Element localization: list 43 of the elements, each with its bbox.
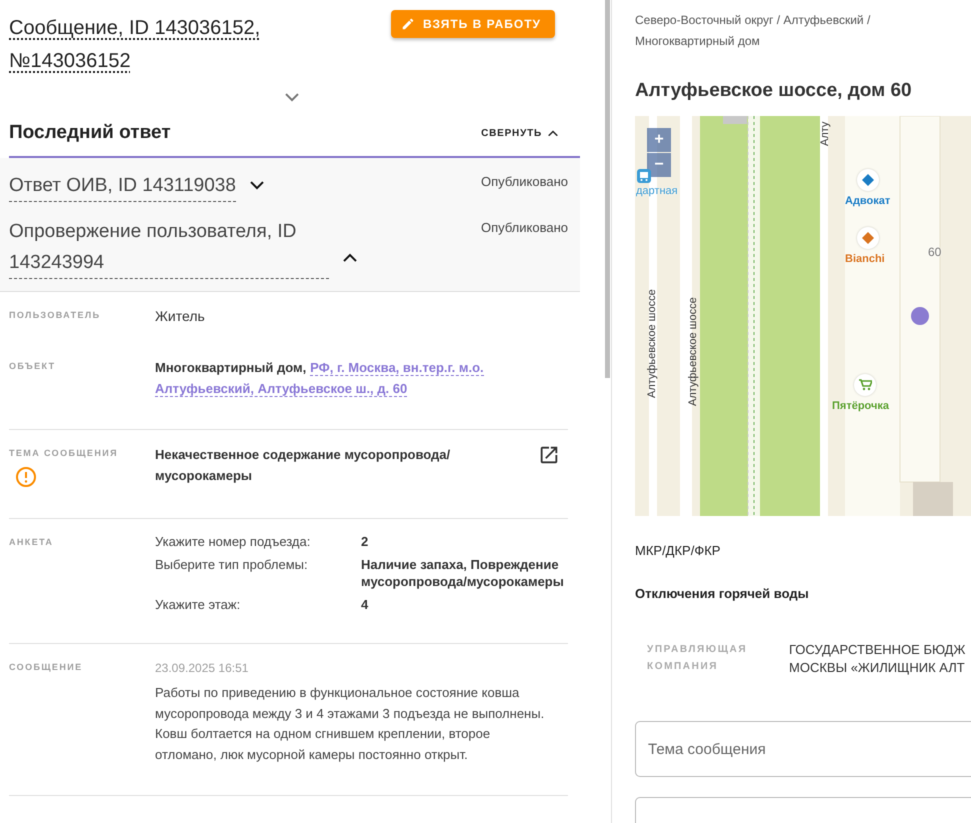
breadcrumb: Северо-Восточный округ / Алтуфьевский / Многоквартирный дом xyxy=(635,12,872,50)
form-answer: Наличие запаха, Повреждение мусоропровода/мусорокамеры xyxy=(361,556,565,590)
detail-label: ПОЛЬЗОВАТЕЛЬ xyxy=(9,309,102,320)
map-label: Пятёрочка xyxy=(832,400,890,412)
section-heading: Отключения горячей воды xyxy=(635,586,810,601)
object-value: Многоквартирный дом, РФ, г. Москва, вн.тер.г. м.о. Алтуфьевский, Алтуфьевское ш., д. 60 xyxy=(155,359,485,399)
detail-value: Житель xyxy=(155,307,206,326)
road-label: Алтуфьевское шоссе xyxy=(646,289,658,398)
form-question: Выберите тип проблемы: xyxy=(155,556,309,574)
topic-value: Некачественное содержание мусоропровода/ мусорокамеры xyxy=(155,446,452,485)
form-answer: 4 xyxy=(361,596,370,613)
detail-label: СООБЩЕНИЕ xyxy=(9,661,84,672)
form-answer: 2 xyxy=(361,533,370,550)
road-label: Алтуфьевское шоссе xyxy=(687,297,699,406)
collapse-button[interactable]: СВЕРНУТЬ xyxy=(481,128,558,138)
map-label: Bianchi xyxy=(845,253,885,265)
message-date: 23.09.2025 16:51 xyxy=(155,660,250,677)
object-title: Алтуфьевское шоссе, дом 60 xyxy=(635,80,913,102)
caret-icon xyxy=(548,130,558,136)
answer-title[interactable]: Опровержение пользователя, ID 143243994 xyxy=(9,216,329,279)
detail-label: ОБЪЕКТ xyxy=(9,360,57,371)
form-question: Укажите этаж: xyxy=(155,596,242,613)
message-title[interactable]: Сообщение, ID 143036152, №143036152 xyxy=(9,12,277,78)
detail-label: АНКЕТА xyxy=(9,536,54,547)
input-field[interactable]: Тема сообщения xyxy=(635,721,971,777)
map-label: Адвокат xyxy=(845,195,890,207)
pencil-icon xyxy=(400,17,415,31)
scrollbar-thumb[interactable] xyxy=(605,0,610,378)
section-title: Последний ответ xyxy=(9,122,171,144)
house-number: 60 xyxy=(928,245,942,259)
form-question: Укажите номер подъезда: xyxy=(155,533,312,550)
answer-status: Опубликовано xyxy=(481,219,568,235)
section-heading: МКР/ДКР/ФКР xyxy=(635,543,722,558)
bus-stop-icon xyxy=(637,169,651,183)
answer-title[interactable]: Ответ ОИВ, ID 143119038 xyxy=(9,170,236,202)
message-text: Работы по приведению в функциональное состояние ковша мусоропровода между 3 и 4 этажами 3 подъезда не выполнены. Ковш болтается на одном сгнившем креплении, второе отломано, люк мусорной камеры постоянно открыт. xyxy=(155,684,546,764)
answer-status: Опубликовано xyxy=(481,173,568,189)
detail-label: ТЕМА СООБЩЕНИЯ xyxy=(9,447,119,458)
company-name: ГОСУДАРСТВЕННОЕ БЮДЖ МОСКВЫ «ЖИЛИЩНИК АЛТ xyxy=(789,641,966,677)
map-label: дартная xyxy=(636,185,678,197)
road-label: Алту xyxy=(819,122,831,146)
company-label: УПРАВЛЯЮЩАЯ КОМПАНИЯ xyxy=(647,643,748,674)
external-link-icon[interactable] xyxy=(538,444,560,466)
